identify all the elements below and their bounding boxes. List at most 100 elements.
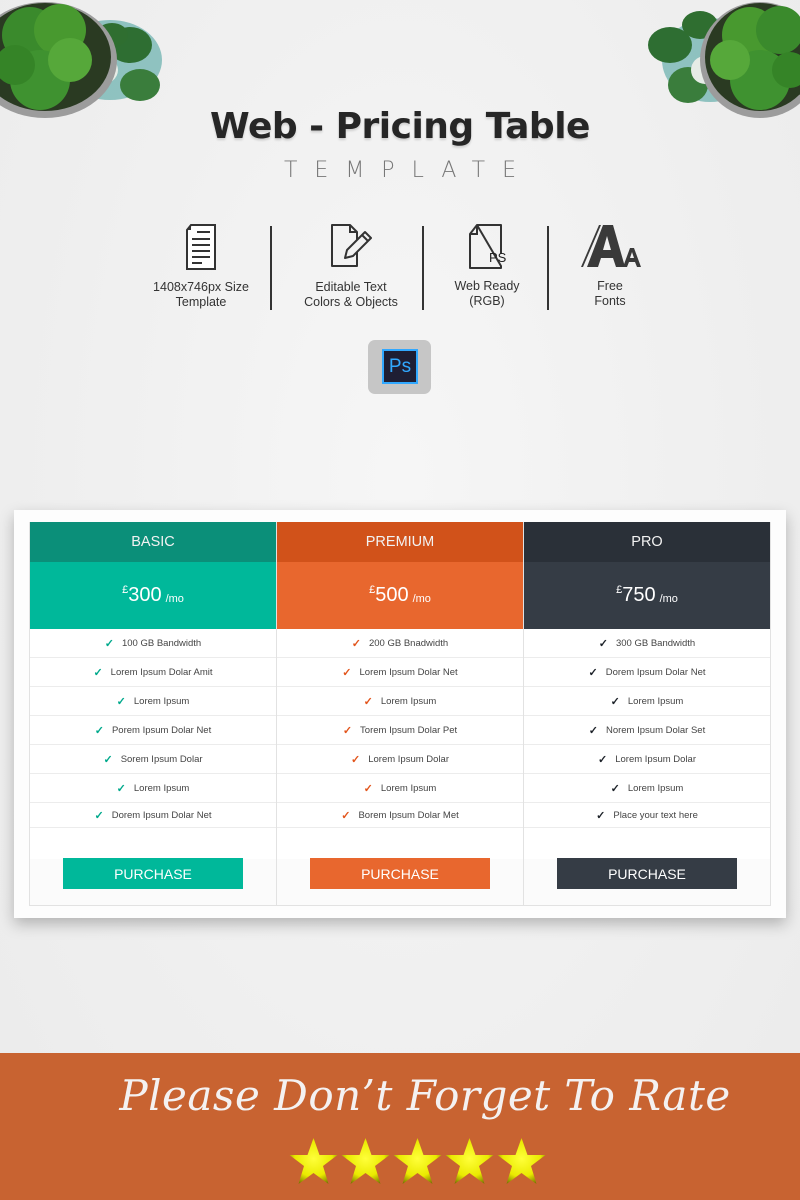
feature-label: Editable Text <box>315 280 387 294</box>
feature-text: Borem Ipsum Dolar Met <box>358 809 459 821</box>
document-icon <box>186 224 216 270</box>
feature-item: ✓ Torem Ipsum Dolar Pet <box>277 716 523 745</box>
feature-item: ✓ Porem Ipsum Dolar Net <box>30 716 276 745</box>
feature-text: 300 GB Bandwidth <box>615 637 696 649</box>
feature-text: Lorem Ipsum <box>380 782 437 794</box>
page-subtitle: TEMPLATE <box>283 158 534 183</box>
divider <box>422 226 424 310</box>
psd-file-icon: PSD <box>469 224 507 269</box>
check-icon: ✓ <box>363 782 373 795</box>
check-icon: ✓ <box>342 724 353 737</box>
plan-feature-list: ✓ 100 GB Bandwidth ✓ Lorem Ipsum Dolar Amit… <box>30 629 276 828</box>
purchase-button-basic[interactable]: PURCHASE <box>63 858 243 889</box>
check-icon: ✓ <box>94 809 104 822</box>
check-icon: ✓ <box>93 666 103 679</box>
check-icon: ✓ <box>351 637 361 650</box>
feature-web-ready: PSD Web Ready (RGB) <box>435 222 539 314</box>
feature-text: Place your text here <box>613 809 698 821</box>
feature-text: Lorem Ipsum <box>380 695 437 707</box>
star-rating[interactable] <box>288 1137 548 1187</box>
plan-period: /mo <box>659 592 678 605</box>
plan-amount: 500 <box>375 584 409 606</box>
feature-text: Lorem Ipsum <box>133 782 190 794</box>
check-icon: ✓ <box>598 637 608 650</box>
feature-text: 200 GB Bnadwidth <box>368 637 449 649</box>
divider <box>547 226 549 310</box>
plan-price: £ 300 /mo <box>30 562 276 629</box>
feature-text: Porem Ipsum Dolar Net <box>111 724 212 736</box>
photoshop-badge: Ps <box>368 340 431 394</box>
feature-item: ✓ Lorem Ipsum <box>524 774 770 803</box>
rate-banner: Please Don’t Forget To Rate <box>0 1053 800 1200</box>
feature-text: Lorem Ipsum <box>133 695 190 707</box>
feature-text: Dorem Ipsum Dolar Net <box>111 809 212 821</box>
star-icon[interactable] <box>444 1137 495 1185</box>
feature-size: 1408x746px Size Template <box>140 222 262 314</box>
check-icon: ✓ <box>363 695 373 708</box>
plan-period: /mo <box>165 592 184 605</box>
star-icon[interactable] <box>392 1137 443 1185</box>
feature-fonts: Free Fonts <box>570 222 650 314</box>
feature-label: Web Ready <box>454 279 520 293</box>
feature-text: 100 GB Bandwidth <box>121 637 202 649</box>
feature-item: ✓ Lorem Ipsum <box>30 687 276 716</box>
feature-text: Torem Ipsum Dolar Pet <box>360 724 458 736</box>
feature-text: Dorem Ipsum Dolar Net <box>605 666 706 678</box>
pricing-plan-pro: PRO £ 750 /mo ✓ 300 GB Bandwidth ✓ Dorem Ip… <box>524 522 770 905</box>
star-icon[interactable] <box>340 1137 391 1185</box>
divider <box>270 226 272 310</box>
pricing-card: BASIC £ 300 /mo ✓ 100 GB Bandwidth ✓ Lorem … <box>14 510 786 918</box>
feature-item: ✓ Lorem Ipsum <box>30 774 276 803</box>
pricing-plan-premium: PREMIUM £ 500 /mo ✓ 200 GB Bnadwidth ✓ Lore… <box>277 522 524 905</box>
feature-text: Lorem Ipsum Dolar <box>615 753 696 765</box>
feature-label: Fonts <box>594 294 626 308</box>
purchase-button-premium[interactable]: PURCHASE <box>310 858 490 889</box>
feature-item: ✓ Dorem Ipsum Dolar Net <box>30 803 276 828</box>
pricing-table: BASIC £ 300 /mo ✓ 100 GB Bandwidth ✓ Lorem … <box>29 522 771 906</box>
feature-item: ✓ Norem Ipsum Dolar Set <box>524 716 770 745</box>
plan-feature-list: ✓ 300 GB Bandwidth ✓ Dorem Ipsum Dolar Net ✓… <box>524 629 770 828</box>
purchase-area: PURCHASE <box>277 828 523 905</box>
feature-label: Template <box>175 295 227 309</box>
feature-text: Sorem Ipsum Dolar <box>120 753 203 765</box>
feature-text: Lorem Ipsum Dolar <box>368 753 449 765</box>
plan-amount: 750 <box>622 584 656 606</box>
star-icon[interactable] <box>288 1137 339 1185</box>
feature-item: ✓ Place your text here <box>524 803 770 828</box>
plan-currency: £ <box>369 583 376 596</box>
feature-item: ✓ Lorem Ipsum Dolar <box>277 745 523 774</box>
feature-item: ✓ Lorem Ipsum <box>277 774 523 803</box>
purchase-button-pro[interactable]: PURCHASE <box>557 858 737 889</box>
plan-name: BASIC <box>30 522 276 562</box>
feature-label: Colors & Objects <box>304 295 398 309</box>
check-icon: ✓ <box>116 782 126 795</box>
plan-feature-list: ✓ 200 GB Bnadwidth ✓ Lorem Ipsum Dolar Net ✓… <box>277 629 523 828</box>
feature-item: ✓ Lorem Ipsum Dolar <box>524 745 770 774</box>
feature-item: ✓ Lorem Ipsum Dolar Net <box>277 658 523 687</box>
fonts-icon <box>581 225 641 267</box>
feature-item: ✓ Lorem Ipsum Dolar Amit <box>30 658 276 687</box>
svg-text:PSD: PSD <box>489 250 507 265</box>
edit-file-icon <box>331 224 372 267</box>
feature-label: (RGB) <box>469 294 505 308</box>
feature-item: ✓ 200 GB Bnadwidth <box>277 629 523 658</box>
check-icon: ✓ <box>596 809 606 822</box>
feature-item: ✓ Borem Ipsum Dolar Met <box>277 803 523 828</box>
feature-label: Free <box>597 279 623 293</box>
plan-price: £ 750 /mo <box>524 562 770 629</box>
check-icon: ✓ <box>103 753 113 766</box>
plan-currency: £ <box>616 583 623 596</box>
purchase-area: PURCHASE <box>30 828 276 905</box>
plan-name: PRO <box>524 522 770 562</box>
photoshop-icon: Ps <box>382 349 418 384</box>
star-icon[interactable] <box>496 1137 547 1185</box>
check-icon: ✓ <box>342 666 352 679</box>
feature-editable: Editable Text Colors & Objects <box>290 222 412 314</box>
check-icon: ✓ <box>588 724 598 737</box>
check-icon: ✓ <box>351 753 361 766</box>
feature-item: ✓ 300 GB Bandwidth <box>524 629 770 658</box>
feature-label: 1408x746px Size <box>153 280 249 294</box>
purchase-area: PURCHASE <box>524 828 770 905</box>
pricing-plan-basic: BASIC £ 300 /mo ✓ 100 GB Bandwidth ✓ Lorem … <box>30 522 277 905</box>
check-icon: ✓ <box>94 724 104 737</box>
